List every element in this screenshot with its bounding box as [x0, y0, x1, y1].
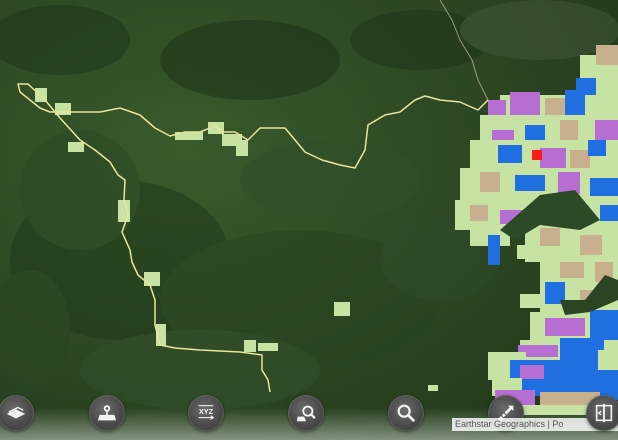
- parcel[interactable]: [598, 350, 618, 370]
- swipe-compare-icon: [595, 403, 613, 423]
- parcel[interactable]: [517, 245, 529, 259]
- parcel[interactable]: [588, 140, 606, 156]
- parcel[interactable]: [596, 45, 618, 65]
- parcel[interactable]: [515, 175, 545, 191]
- search-tool-button[interactable]: [388, 395, 424, 431]
- parcel[interactable]: [560, 120, 578, 142]
- parcel[interactable]: [470, 205, 488, 221]
- parcel[interactable]: [520, 365, 544, 379]
- parcel[interactable]: [144, 272, 160, 286]
- parcel[interactable]: [428, 385, 438, 391]
- area-tool-button[interactable]: [89, 395, 125, 431]
- parcel[interactable]: [545, 98, 567, 116]
- parcel[interactable]: [540, 228, 560, 246]
- parcel[interactable]: [480, 172, 500, 192]
- parcel[interactable]: [55, 103, 71, 115]
- swipe-tool-button[interactable]: [586, 395, 618, 431]
- map-pin-area-icon: [97, 405, 117, 421]
- xyz-icon: XYZ: [198, 405, 215, 420]
- map-search-tool-button[interactable]: [288, 395, 324, 431]
- svg-text:XYZ: XYZ: [199, 407, 214, 416]
- search-icon: [397, 404, 415, 422]
- parcel[interactable]: [334, 302, 350, 316]
- parcel[interactable]: [118, 200, 130, 222]
- parcel[interactable]: [570, 150, 590, 168]
- parcel[interactable]: [236, 140, 248, 156]
- parcel[interactable]: [488, 235, 500, 265]
- parcel[interactable]: [600, 205, 618, 221]
- parcel[interactable]: [498, 145, 522, 163]
- parcel[interactable]: [590, 178, 618, 196]
- coordinates-tool-button[interactable]: XYZ: [188, 395, 224, 431]
- parcel[interactable]: [525, 125, 545, 141]
- map-canvas[interactable]: [0, 0, 618, 440]
- parcel[interactable]: [532, 150, 542, 160]
- parcel[interactable]: [258, 343, 278, 351]
- layers-icon: [6, 406, 26, 419]
- parcel[interactable]: [68, 142, 84, 152]
- parcel[interactable]: [560, 262, 584, 278]
- parcel[interactable]: [590, 310, 618, 340]
- parcel[interactable]: [545, 318, 585, 336]
- map-search-icon: [296, 405, 316, 422]
- parcel[interactable]: [558, 172, 580, 194]
- parcel[interactable]: [580, 235, 602, 255]
- parcel[interactable]: [244, 340, 256, 352]
- parcel[interactable]: [540, 148, 566, 168]
